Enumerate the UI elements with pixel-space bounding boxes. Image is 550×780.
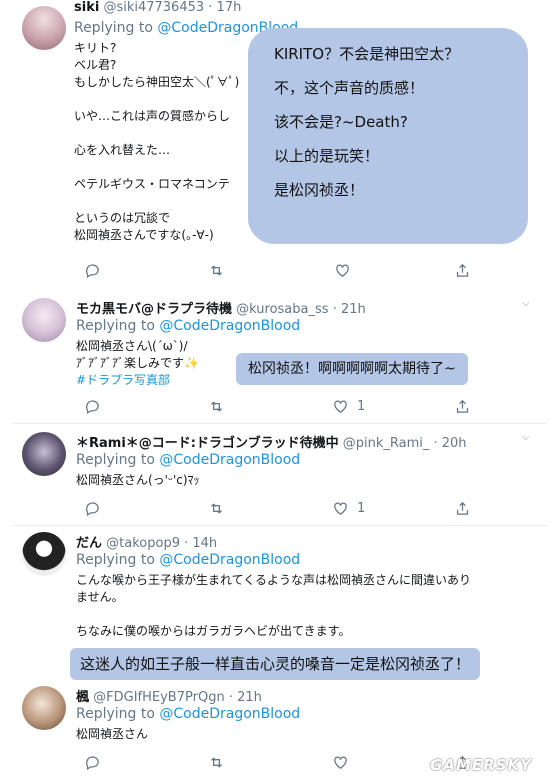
retweet-button[interactable] <box>208 260 225 280</box>
tweet-text: こんな喉から王子様が生まれてくるような声は松岡禎丞さんに間違いあり ません。 ち… <box>76 573 472 638</box>
avatar[interactable] <box>22 298 66 342</box>
tweet-text: キリト? ベル君? もしかしたら神田空太＼(ﾟ∀ﾟ) いや…これは声の質感からし… <box>74 41 240 242</box>
hashtag-link[interactable]: #ドラプラ写真部 <box>76 373 170 387</box>
user-handle[interactable]: @pink_Rami_ <box>343 436 430 451</box>
tweet-text: 松岡禎丞さん(っ'ᵕ'c)ﾏｯ <box>76 473 200 487</box>
reply-button[interactable] <box>84 752 101 772</box>
replying-to: Replying to @CodeDragonBlood <box>76 452 301 468</box>
share-button[interactable] <box>454 396 471 416</box>
heart-icon <box>334 756 347 769</box>
tweet-header: だん @takopop9 · 14h <box>76 532 217 551</box>
tweet-header: siki @siki47736453 · 17h <box>74 0 241 15</box>
tweet-actions: 1 <box>84 498 484 518</box>
like-button[interactable]: 1 <box>332 498 365 518</box>
timestamp[interactable]: · 20h <box>434 436 467 451</box>
share-button[interactable] <box>454 260 471 280</box>
like-count: 1 <box>357 500 366 516</box>
tweet-card: siki @siki47736453 · 17h Replying to @Co… <box>12 0 546 282</box>
reply-icon <box>86 263 99 278</box>
tweet-actions <box>84 752 484 772</box>
replying-to: Replying to @CodeDragonBlood <box>76 552 301 568</box>
avatar[interactable] <box>22 432 66 476</box>
translation-line: KIRITO？不会是神田空太？ <box>274 45 460 63</box>
translation-line: 该不会是?~Death? <box>274 113 408 131</box>
like-button[interactable] <box>332 752 349 772</box>
display-name[interactable]: だん <box>76 536 102 551</box>
tweet-actions: 1 <box>84 396 484 416</box>
reply-button[interactable] <box>84 396 101 416</box>
like-button[interactable] <box>334 260 359 280</box>
translation-overlay: KIRITO？不会是神田空太？ 不，这个声音的质感！ 该不会是?~Death? … <box>248 28 528 244</box>
avatar[interactable] <box>22 6 66 50</box>
user-handle[interactable]: @FDGIfHEyB7PrQgn <box>93 690 225 705</box>
heart-icon <box>334 502 347 515</box>
reply-button[interactable] <box>84 498 101 518</box>
tweet-text: 松岡禎丞さん <box>76 727 149 741</box>
mention-link[interactable]: @CodeDragonBlood <box>159 552 300 568</box>
reply-icon <box>86 399 99 414</box>
user-handle[interactable]: @kurosaba_ss <box>236 302 328 317</box>
tweet-card: ＊Rami＊@コード:ドラゴンブラッド待機中 @pink_Rami_ · 20h… <box>12 424 546 524</box>
timestamp[interactable]: · 21h <box>333 302 366 317</box>
share-icon <box>456 263 469 277</box>
user-handle[interactable]: @takopop9 <box>106 536 180 551</box>
display-name[interactable]: 楓 <box>76 690 89 705</box>
translation-line: 是松冈祯丞！ <box>274 181 365 199</box>
retweet-icon <box>211 400 222 412</box>
retweet-button[interactable] <box>208 752 225 772</box>
display-name[interactable]: モカ黒モバ@ドラプラ待機 <box>76 302 232 317</box>
user-handle[interactable]: @siki47736453 <box>103 0 204 15</box>
site-watermark: GAMERSKY <box>430 756 532 774</box>
retweet-icon <box>211 756 222 768</box>
timestamp[interactable]: · 17h <box>208 0 241 15</box>
display-name[interactable]: ＊Rami＊@コード:ドラゴンブラッド待機中 <box>76 436 339 451</box>
retweet-button[interactable] <box>208 396 225 416</box>
heart-icon <box>336 264 349 277</box>
chevron-down-icon[interactable]: ⌵ <box>522 298 530 309</box>
reply-button[interactable] <box>84 260 101 280</box>
reply-icon <box>86 501 99 516</box>
translation-line: 不，这个声音的质感！ <box>274 79 425 97</box>
retweet-icon <box>211 502 222 514</box>
retweet-button[interactable] <box>208 498 225 518</box>
timestamp[interactable]: · 14h <box>184 536 217 551</box>
avatar[interactable] <box>22 532 66 576</box>
mention-link[interactable]: @CodeDragonBlood <box>159 452 300 468</box>
replying-to: Replying to @CodeDragonBlood <box>76 706 301 722</box>
mention-link[interactable]: @CodeDragonBlood <box>159 706 300 722</box>
tweet-header: モカ黒モバ@ドラプラ待機 @kurosaba_ss · 21h <box>76 298 366 317</box>
reply-icon <box>86 755 99 770</box>
share-icon <box>456 501 469 515</box>
mention-link[interactable]: @CodeDragonBlood <box>159 318 300 334</box>
timestamp[interactable]: · 21h <box>229 690 262 705</box>
translation-overlay: 松冈祯丞！啊啊啊啊啊太期待了~ <box>236 353 468 385</box>
share-icon <box>456 399 469 413</box>
display-name[interactable]: siki <box>74 0 99 15</box>
chevron-down-icon[interactable]: ⌵ <box>522 432 530 443</box>
tweet-actions <box>84 260 484 280</box>
share-button[interactable] <box>454 498 471 518</box>
tweet-text: 松岡禎丞さん\(´ω`)/ ｱﾞｱﾞｱﾞｱﾞ楽しみです✨ #ドラプラ写真部 <box>76 339 199 387</box>
heart-icon <box>334 400 347 413</box>
tweet-header: 楓 @FDGIfHEyB7PrQgn · 21h <box>76 686 262 705</box>
replying-to: Replying to @CodeDragonBlood <box>76 318 301 334</box>
retweet-icon <box>211 264 222 276</box>
tweet-header: ＊Rami＊@コード:ドラゴンブラッド待機中 @pink_Rami_ · 20h <box>76 432 467 451</box>
translation-line: 以上的是玩笑！ <box>274 147 380 165</box>
avatar[interactable] <box>22 686 66 730</box>
like-button[interactable]: 1 <box>332 396 365 416</box>
translation-overlay: 这迷人的如王子般一样直击心灵的嗓音一定是松冈祯丞了！ <box>70 648 481 680</box>
like-count: 1 <box>357 398 366 414</box>
